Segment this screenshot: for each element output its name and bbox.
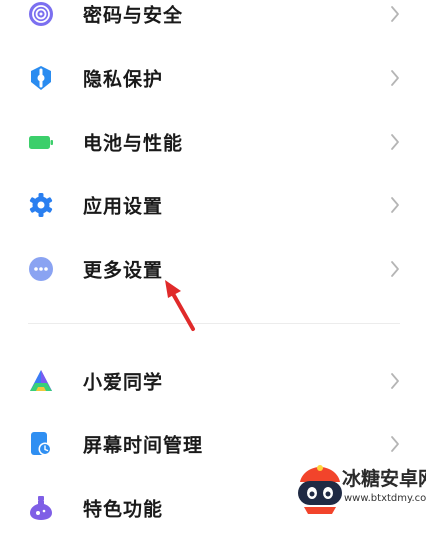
- privacy-shield-icon: [28, 65, 54, 91]
- chevron-right-icon: [391, 373, 399, 389]
- settings-item-privacy[interactable]: 隐私保护: [0, 46, 426, 110]
- section-divider: [28, 323, 400, 324]
- chevron-right-icon: [391, 70, 399, 86]
- settings-item-label: 更多设置: [83, 259, 164, 282]
- settings-list: 密码与安全 隐私保护 电池与性能 应用设置 更多设置 小爱同学 屏幕时间管理 特…: [0, 0, 426, 529]
- special-features-icon: [28, 495, 54, 521]
- gear-icon: [28, 192, 54, 218]
- battery-icon: [28, 129, 54, 155]
- settings-item-app-settings[interactable]: 应用设置: [0, 173, 426, 237]
- settings-item-label: 小爱同学: [83, 371, 164, 394]
- chevron-right-icon: [391, 6, 399, 22]
- settings-item-special-features[interactable]: 特色功能: [0, 476, 426, 540]
- chevron-right-icon: [391, 197, 399, 213]
- settings-item-label: 电池与性能: [83, 132, 184, 155]
- settings-item-label: 隐私保护: [83, 68, 164, 91]
- settings-item-more-settings[interactable]: 更多设置: [0, 237, 426, 301]
- settings-item-label: 应用设置: [83, 195, 164, 218]
- settings-item-label: 屏幕时间管理: [83, 434, 204, 457]
- settings-item-xiaoai[interactable]: 小爱同学: [0, 349, 426, 413]
- settings-item-password-security[interactable]: 密码与安全: [0, 0, 426, 46]
- chevron-right-icon: [391, 261, 399, 277]
- fingerprint-icon: [28, 1, 54, 27]
- settings-item-label: 密码与安全: [83, 4, 184, 27]
- settings-item-label: 特色功能: [83, 498, 164, 521]
- more-dots-icon: [28, 256, 54, 282]
- settings-item-screen-time[interactable]: 屏幕时间管理: [0, 412, 426, 476]
- chevron-right-icon: [391, 134, 399, 150]
- xiaoai-icon: [28, 368, 54, 394]
- settings-item-battery-performance[interactable]: 电池与性能: [0, 110, 426, 174]
- screen-time-icon: [28, 431, 54, 457]
- chevron-right-icon: [391, 436, 399, 452]
